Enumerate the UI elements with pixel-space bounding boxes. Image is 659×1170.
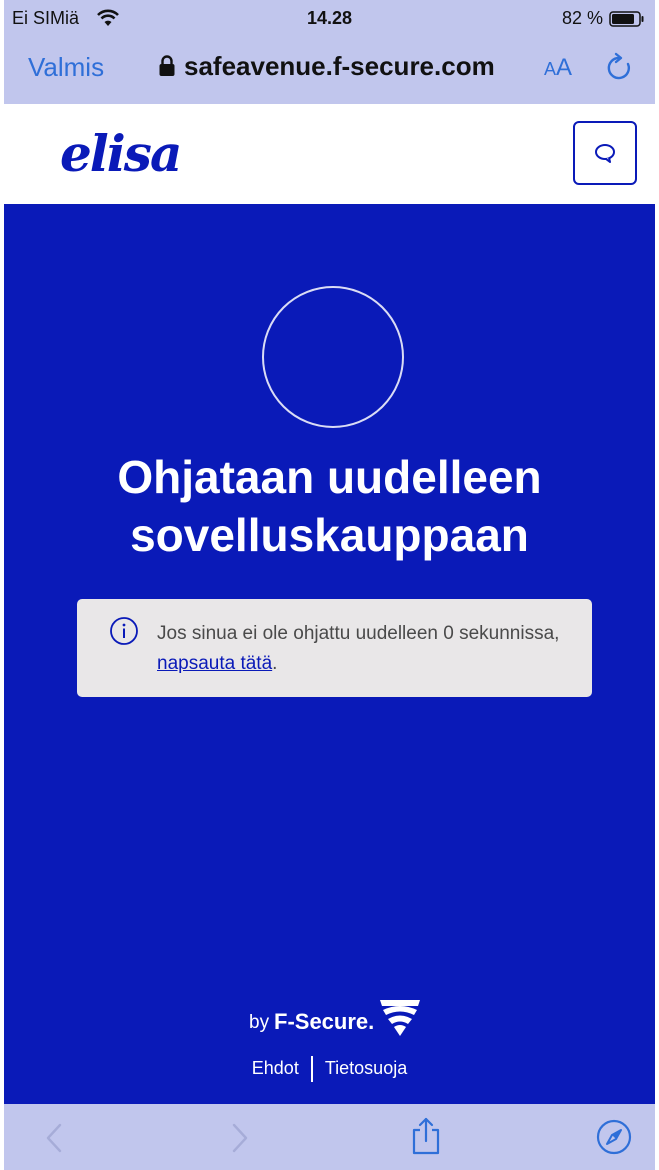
text-size-small-label: A (544, 59, 557, 79)
phone-screen: Ei SIMiä 14.28 82 % Valmis safeavenue.f-… (4, 0, 655, 1170)
browser-toolbar (4, 1104, 655, 1170)
notice-end: . (272, 653, 278, 674)
text-size-big-label: A (556, 54, 573, 81)
chat-icon (595, 144, 615, 163)
forward-arrow-icon[interactable] (230, 1122, 250, 1159)
lock-icon (158, 55, 176, 82)
share-icon[interactable] (410, 1116, 442, 1161)
status-bar: Ei SIMiä 14.28 82 % (4, 0, 655, 38)
click-here-link[interactable]: napsauta tätä (157, 653, 272, 674)
site-header: elisa (4, 104, 655, 204)
browser-address-bar: Valmis safeavenue.f-secure.com AA (4, 38, 655, 104)
terms-link[interactable]: Ehdot (252, 1058, 299, 1079)
redirect-notice: Jos sinua ei ole ohjattu uudelleen 0 sek… (77, 599, 592, 697)
loading-spinner (262, 286, 404, 428)
url-text[interactable]: safeavenue.f-secure.com (184, 51, 495, 82)
chat-button[interactable] (573, 121, 637, 185)
battery-percent: 82 % (561, 8, 603, 28)
footer-divider (310, 1056, 313, 1082)
page-title-line2: sovelluskauppaan (130, 509, 529, 561)
brand-by-label: by (249, 1012, 270, 1033)
page-title-line1: Ohjataan uudelleen (117, 451, 542, 503)
battery-icon (609, 11, 645, 32)
page-title: Ohjataan uudelleen sovelluskauppaan (4, 448, 655, 564)
text-size-button[interactable]: AA (544, 54, 572, 82)
notice-text: Jos sinua ei ole ohjattu uudelleen 0 sek… (157, 619, 577, 679)
fsecure-brand-name: F-Secure. (274, 1009, 375, 1034)
redirect-panel: Ohjataan uudelleen sovelluskauppaan Jos … (4, 204, 655, 1104)
reload-icon[interactable] (606, 52, 636, 89)
info-icon (109, 616, 139, 651)
compass-icon[interactable] (595, 1118, 633, 1161)
notice-message: Jos sinua ei ole ohjattu uudelleen 0 sek… (157, 623, 560, 644)
fsecure-logo-icon (378, 996, 422, 1045)
privacy-link[interactable]: Tietosuoja (325, 1058, 407, 1079)
clock: 14.28 (306, 8, 353, 28)
footer-links: Ehdot Tietosuoja (4, 1056, 655, 1082)
done-button[interactable]: Valmis (28, 52, 104, 83)
elisa-logo[interactable]: elisa (60, 124, 182, 183)
back-arrow-icon[interactable] (44, 1122, 64, 1159)
